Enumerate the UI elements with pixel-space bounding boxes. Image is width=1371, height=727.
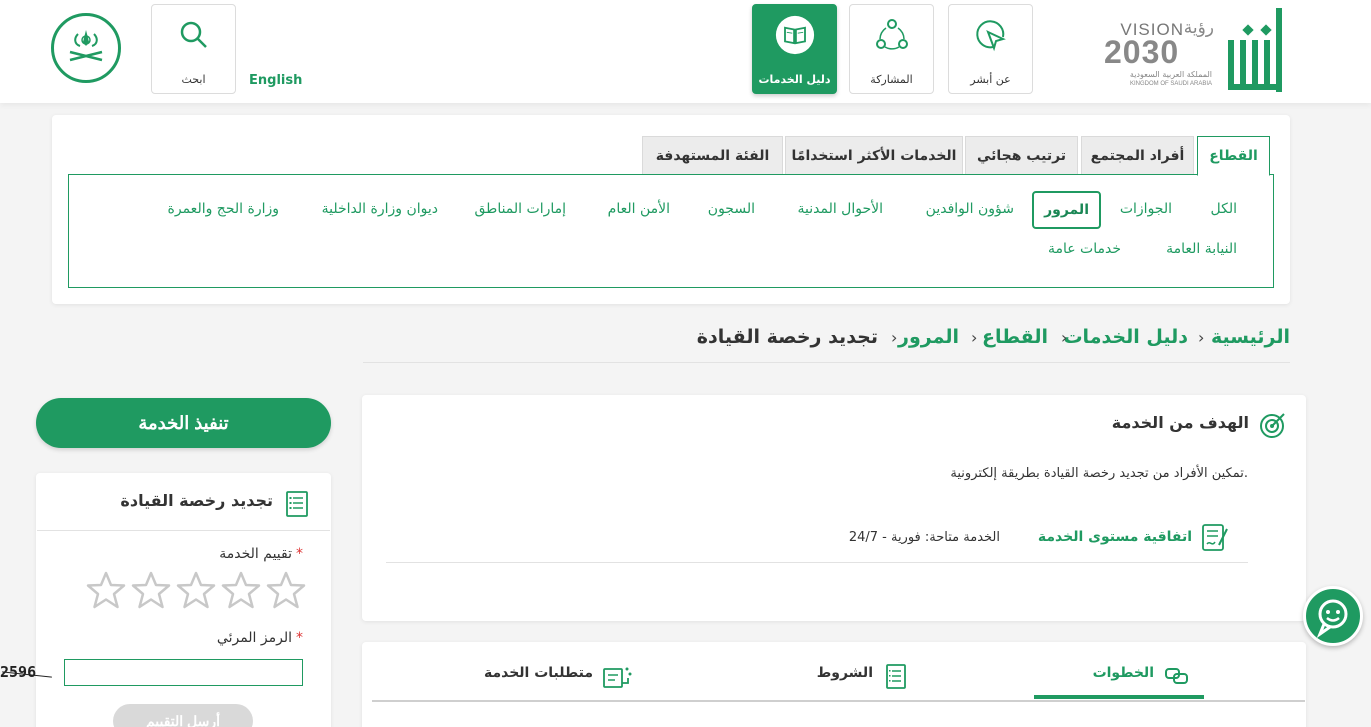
- star-icon[interactable]: [266, 570, 306, 610]
- required-mark: *: [296, 630, 303, 646]
- cursor-icon: [971, 15, 1011, 55]
- site-header: ابحث English دليل الخدمات المشاركة عن أب…: [0, 0, 1371, 103]
- nav-participation[interactable]: المشاركة: [849, 4, 934, 94]
- nav-services-guide[interactable]: دليل الخدمات: [752, 4, 837, 94]
- sector-item-passports[interactable]: الجوازات: [1120, 201, 1172, 217]
- rating-label: تقييم الخدمة *: [219, 546, 303, 562]
- chat-bot-button[interactable]: [1303, 586, 1363, 646]
- divider: [37, 530, 330, 531]
- active-tab-indicator: [1034, 695, 1204, 699]
- goal-text: تمكين الأفراد من تجديد رخصة القيادة بطري…: [950, 466, 1248, 481]
- search-button[interactable]: ابحث: [151, 4, 236, 94]
- tab-most-used[interactable]: الخدمات الأكثر استخدامًا: [785, 136, 963, 175]
- captcha-label-text: الرمز المرئي: [216, 630, 292, 646]
- target-icon: [1260, 413, 1285, 438]
- vision-kingdom-en: KINGDOM OF SAUDI ARABIA: [1129, 81, 1212, 87]
- tab-requirements[interactable]: متطلبات الخدمة: [484, 665, 593, 681]
- send-rating-button[interactable]: أرسل التقييم: [113, 704, 253, 727]
- english-language-link[interactable]: English: [249, 73, 302, 88]
- star-icon[interactable]: [176, 570, 216, 610]
- rating-label-text: تقييم الخدمة: [219, 546, 292, 562]
- breadcrumb-current: تجديد رخصة القيادة: [696, 326, 878, 348]
- tab-sector[interactable]: القطاع: [1197, 136, 1270, 176]
- rating-service-title: تجديد رخصة القيادة: [120, 491, 273, 510]
- breadcrumb-home[interactable]: الرئيسية: [1211, 326, 1290, 348]
- tab-steps[interactable]: الخطوات: [1093, 665, 1154, 681]
- nav-label: عن أبشر: [970, 73, 1011, 86]
- vision-2030-logo: VISION رؤية 2030 المملكة العربية السعودي…: [1104, 18, 1214, 94]
- vision-kingdom-ar: المملكة العربية السعودية: [1129, 70, 1212, 79]
- sla-link[interactable]: اتفاقية مستوى الخدمة: [1038, 529, 1192, 545]
- goal-title: الهدف من الخدمة: [1111, 413, 1249, 432]
- search-icon: [174, 15, 214, 55]
- share-icon: [872, 15, 912, 55]
- service-form-icon: [286, 491, 308, 517]
- saudi-emblem-icon: [51, 13, 121, 83]
- required-mark: *: [296, 546, 303, 562]
- captcha-input[interactable]: [64, 659, 303, 686]
- vision-year: 2030: [1104, 34, 1180, 70]
- breadcrumb-services-guide[interactable]: دليل الخدمات: [1063, 326, 1188, 348]
- sector-item-public-security[interactable]: الأمن العام: [608, 201, 670, 217]
- sector-item-emirates[interactable]: إمارات المناطق: [475, 201, 567, 217]
- breadcrumb-sector[interactable]: القطاع: [982, 326, 1048, 348]
- captcha-image: 2596: [0, 663, 55, 687]
- sector-item-civil-affairs[interactable]: الأحوال المدنية: [798, 201, 884, 217]
- sector-item-public-prosecution[interactable]: النيابة العامة: [1166, 241, 1237, 257]
- nav-about-absher[interactable]: عن أبشر: [948, 4, 1033, 94]
- divider: [386, 562, 1248, 563]
- chevron-right-icon: ›: [891, 328, 898, 347]
- chevron-right-icon: ›: [971, 328, 978, 347]
- divider: [363, 362, 1290, 363]
- sector-item-moi-diwan[interactable]: ديوان وزارة الداخلية: [322, 201, 438, 217]
- sector-item-general-services[interactable]: خدمات عامة: [1048, 241, 1121, 257]
- absher-logo[interactable]: [1224, 6, 1284, 94]
- sector-item-all[interactable]: الكل: [1211, 201, 1238, 217]
- chat-bot-icon: [1316, 599, 1348, 638]
- breadcrumb-traffic[interactable]: المرور: [898, 326, 959, 348]
- tab-conditions[interactable]: الشروط: [817, 665, 873, 681]
- star-icon[interactable]: [86, 570, 126, 610]
- tab-target-group[interactable]: الفئة المستهدفة: [642, 136, 783, 175]
- availability-text: الخدمة متاحة: فورية - 24/7: [848, 530, 1000, 545]
- checklist-icon: [886, 664, 906, 689]
- sector-item-traffic[interactable]: المرور: [1032, 191, 1101, 229]
- execute-service-button[interactable]: تنفيذ الخدمة: [36, 398, 331, 448]
- vision-word-ar: رؤية: [1183, 18, 1214, 38]
- search-label: ابحث: [181, 73, 206, 86]
- chevron-right-icon: ›: [1061, 328, 1068, 347]
- chevron-right-icon: ›: [1198, 328, 1205, 347]
- captcha-label: الرمز المرئي *: [217, 630, 303, 646]
- tab-community-members[interactable]: أفراد المجتمع: [1081, 136, 1194, 175]
- tab-baseline: [372, 700, 1305, 702]
- tab-alphabetical[interactable]: ترتيب هجائي: [965, 136, 1078, 175]
- sector-item-prisons[interactable]: السجون: [708, 201, 755, 217]
- document-sign-icon: [1202, 524, 1228, 551]
- star-rating[interactable]: [86, 570, 306, 610]
- star-icon[interactable]: [131, 570, 171, 610]
- requirements-icon: [603, 667, 632, 688]
- book-icon: [775, 15, 815, 55]
- sector-item-expatriates[interactable]: شؤون الوافدين: [926, 201, 1014, 217]
- link-icon: [1165, 668, 1188, 684]
- star-icon[interactable]: [221, 570, 261, 610]
- nav-label: المشاركة: [870, 73, 913, 86]
- nav-label: دليل الخدمات: [758, 73, 831, 86]
- sector-item-hajj-umrah[interactable]: وزارة الحج والعمرة: [168, 201, 279, 217]
